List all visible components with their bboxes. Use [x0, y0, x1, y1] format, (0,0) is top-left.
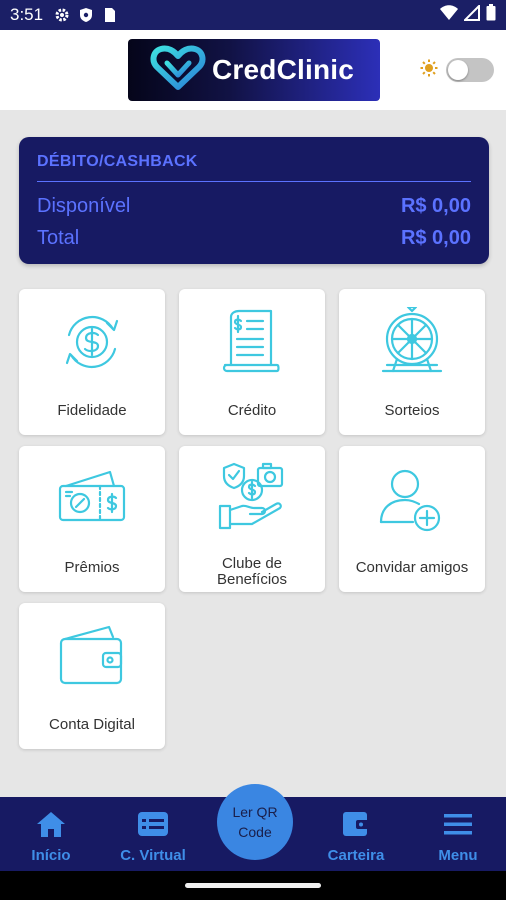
menu-icon — [413, 807, 503, 841]
battery-icon — [486, 4, 496, 26]
sun-icon — [420, 59, 438, 82]
tickets-icon — [19, 464, 165, 534]
qr-label-line1: Ler QR — [232, 804, 278, 820]
wallet-icon — [311, 807, 401, 841]
tile-credito[interactable]: Crédito — [179, 289, 325, 435]
card-icon — [108, 807, 198, 841]
nav-label: Menu — [438, 847, 478, 864]
toggle-knob — [448, 60, 468, 80]
status-time: 3:51 — [10, 5, 44, 24]
balance-available-value: R$ 0,00 — [400, 195, 471, 217]
balance-card-title: DÉBITO/CASHBACK — [37, 153, 198, 170]
heart-logo-icon — [150, 45, 206, 96]
tile-fidelidade[interactable]: Fidelidade — [19, 289, 165, 435]
nav-item-menu[interactable]: Menu — [413, 807, 503, 864]
balance-total-label: Total — [37, 227, 80, 249]
balance-divider — [37, 181, 471, 182]
balance-card: DÉBITO/CASHBACK Disponível R$ 0,00 Total… — [19, 137, 489, 264]
credclinic-logo: CredClinic — [128, 39, 380, 101]
tile-conta-digital[interactable]: Conta Digital — [19, 603, 165, 749]
nav-label: Início — [31, 847, 71, 864]
tile-label: Sorteios — [384, 402, 440, 419]
benefits-hand-icon — [179, 462, 325, 532]
tile-premios[interactable]: Prêmios — [19, 446, 165, 592]
nav-item-c-virtual[interactable]: C. Virtual — [108, 807, 198, 864]
theme-toggle-switch[interactable] — [446, 58, 494, 82]
tile-label: Crédito — [227, 402, 277, 419]
qr-label-line2: Code — [238, 824, 272, 840]
balance-row-total: Total R$ 0,00 — [37, 222, 471, 254]
wifi-icon — [440, 4, 458, 26]
qr-code-button[interactable]: Ler QR Code — [217, 784, 293, 860]
logo-text: CredClinic — [212, 54, 355, 85]
tile-label: Fidelidade — [57, 402, 127, 419]
balance-available-label: Disponível — [37, 195, 131, 217]
status-bar: 3:51 — [0, 0, 506, 30]
wallet-icon — [19, 621, 165, 691]
app-header: CredClinic — [0, 30, 506, 110]
system-navigation-bar — [0, 871, 506, 900]
home-gesture-pill[interactable] — [185, 883, 321, 888]
tile-clube-beneficios[interactable]: Clube de Benefícios — [179, 446, 325, 592]
home-icon — [6, 807, 96, 841]
tile-label-group: Clube de Benefícios — [183, 556, 321, 588]
settings-icon — [53, 6, 71, 24]
shield-icon — [77, 6, 95, 24]
tile-label: Convidar amigos — [355, 559, 469, 576]
tile-label: Prêmios — [64, 559, 120, 576]
balance-row-available: Disponível R$ 0,00 — [37, 190, 471, 222]
balance-total-value: R$ 0,00 — [400, 227, 471, 249]
nav-label: C. Virtual — [120, 847, 186, 864]
tile-convidar-amigos[interactable]: Convidar amigos — [339, 446, 485, 592]
nav-item-inicio[interactable]: Início — [6, 807, 96, 864]
signal-icon — [462, 3, 480, 26]
tile-label: Conta Digital — [49, 716, 135, 733]
tile-label-line2: Benefícios — [216, 571, 288, 588]
lottery-wheel-icon — [339, 307, 485, 377]
tile-sorteios[interactable]: Sorteios — [339, 289, 485, 435]
nav-item-carteira[interactable]: Carteira — [311, 807, 401, 864]
tile-label-line1: Clube de — [221, 555, 283, 572]
receipt-icon — [179, 307, 325, 377]
dollar-cycle-icon — [19, 307, 165, 377]
nav-label: Carteira — [327, 847, 385, 864]
sim-card-icon — [101, 6, 119, 24]
theme-toggle-group[interactable] — [420, 58, 494, 82]
add-user-icon — [339, 464, 485, 534]
